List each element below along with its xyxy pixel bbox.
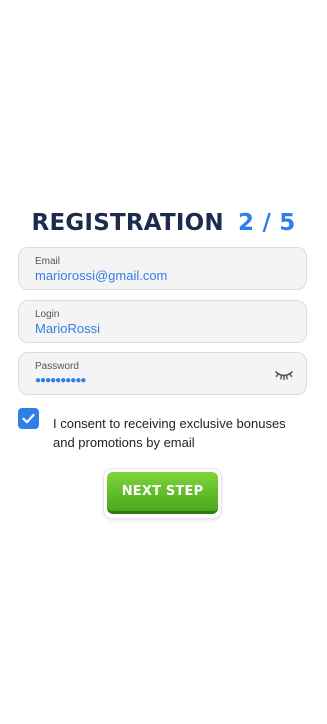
eye-closed-icon[interactable] [274, 366, 294, 382]
checkmark-icon [22, 413, 35, 424]
email-value[interactable]: mariorossi@gmail.com [35, 268, 167, 283]
login-label: Login [35, 309, 60, 320]
login-value[interactable]: MarioRossi [35, 321, 100, 336]
password-value[interactable]: ●●●●●●●●●● [35, 375, 86, 386]
page-title: REGISTRATION 2 / 5 [0, 210, 327, 236]
consent-checkbox[interactable] [18, 408, 39, 429]
email-field[interactable]: Email mariorossi@gmail.com [18, 247, 307, 290]
consent-text: I consent to receiving exclusive bonuses… [53, 416, 286, 450]
title-main: REGISTRATION [31, 210, 224, 236]
registration-page: REGISTRATION 2 / 5 Email mariorossi@gmai… [0, 0, 327, 724]
login-field[interactable]: Login MarioRossi [18, 300, 307, 343]
consent-row: I consent to receiving exclusive bonuses… [18, 408, 308, 452]
step-indicator: 2 / 5 [238, 210, 296, 236]
next-step-button-frame: NEXT STEP [104, 469, 221, 518]
password-field[interactable]: Password ●●●●●●●●●● [18, 352, 307, 395]
email-label: Email [35, 256, 61, 267]
next-step-button[interactable]: NEXT STEP [107, 472, 218, 514]
password-label: Password [35, 361, 79, 372]
